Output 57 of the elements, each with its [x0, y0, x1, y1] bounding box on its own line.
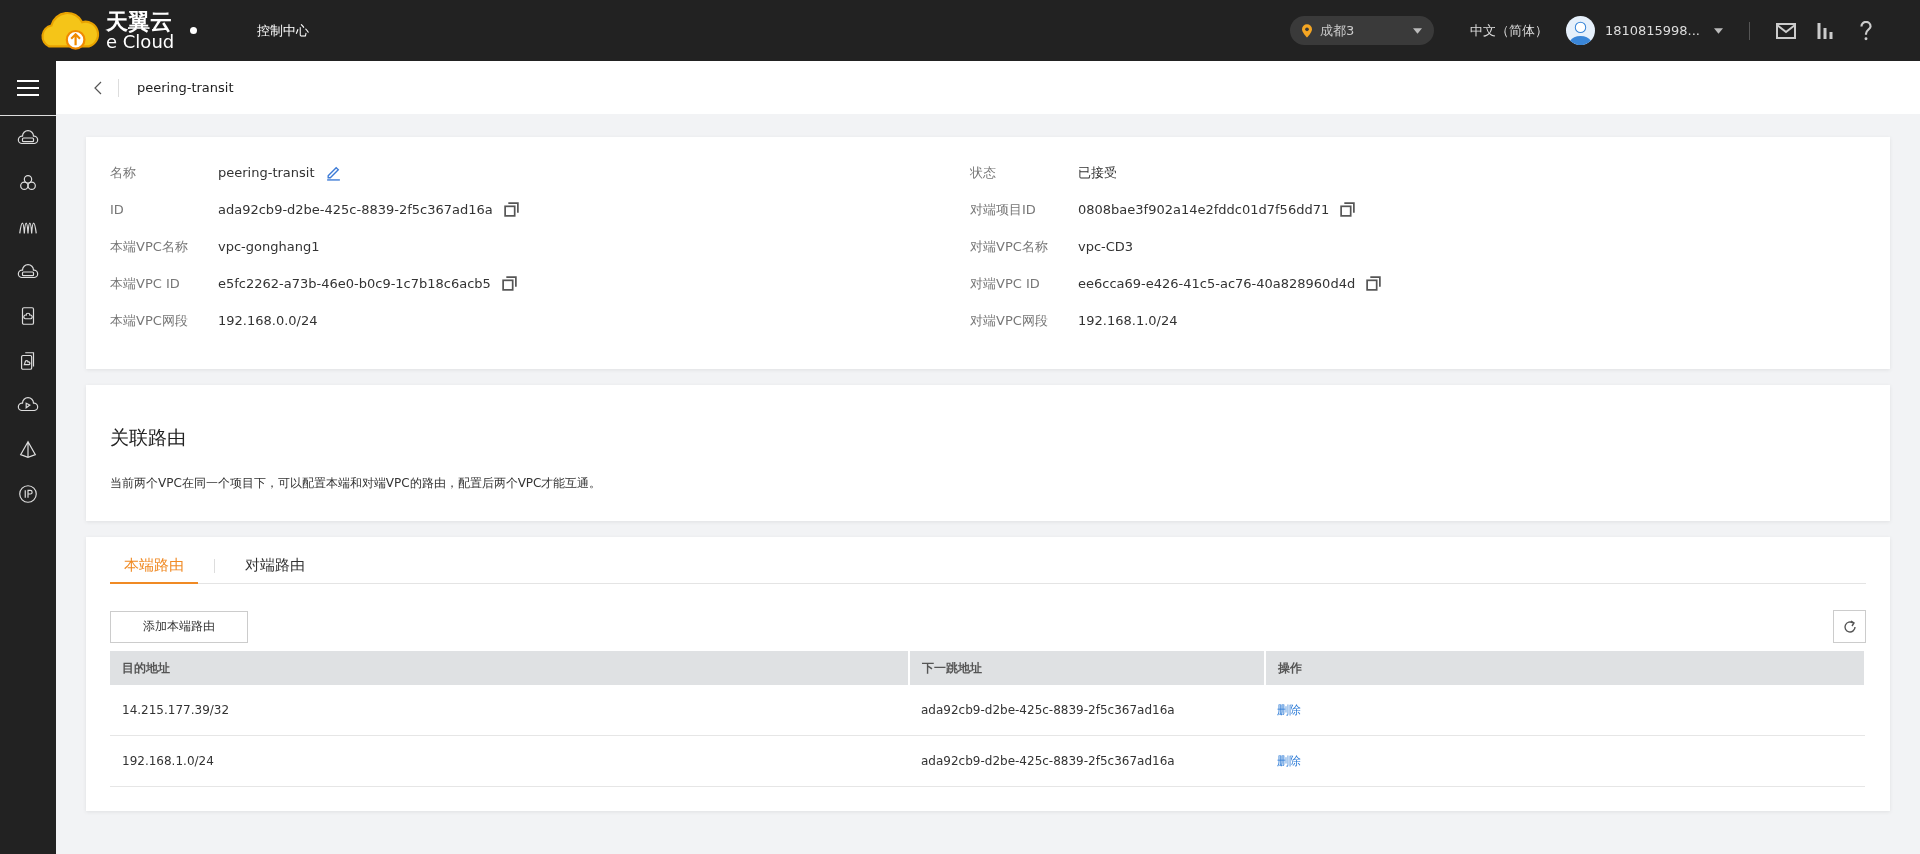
refresh-button[interactable]	[1833, 610, 1866, 643]
region-select[interactable]: 成都3	[1289, 16, 1434, 45]
field-value: ada92cb9-d2be-425c-8839-2f5c367ad16a	[218, 202, 493, 217]
nav-link[interactable]: 控制中心	[257, 21, 310, 40]
field-label: 本端VPC网段	[110, 311, 189, 330]
delete-link[interactable]: 删除	[1277, 753, 1301, 768]
table-cell: 192.168.1.0/24	[110, 735, 909, 787]
column-header: 目的地址	[110, 651, 909, 685]
field-value: 192.168.1.0/24	[1078, 313, 1178, 328]
dot-icon	[190, 27, 198, 34]
table-cell: 14.215.177.39/32	[110, 685, 909, 736]
ip-icon[interactable]	[17, 483, 39, 506]
copy-icon[interactable]	[1339, 201, 1357, 218]
field-label: 对端项目ID	[970, 200, 1037, 219]
field-value: vpc-gonghang1	[218, 239, 320, 254]
field-label: 本端VPC ID	[110, 274, 181, 293]
field-label: 本端VPC名称	[110, 237, 189, 256]
location-pin-icon	[1301, 23, 1312, 38]
logo-subtitle: e Cloud	[106, 32, 175, 51]
page-title: peering-transit	[137, 80, 234, 95]
field-label: 对端VPC ID	[970, 274, 1041, 293]
logo-name: 天翼云	[106, 10, 172, 33]
field-value: ee6cca69-e426-41c5-ac76-40a828960d4d	[1078, 276, 1356, 291]
tab[interactable]: 对端路由	[231, 549, 319, 584]
description-text: 当前两个VPC在同一个项目下，可以配置本端和对端VPC的路由，配置后两个VPC才能互通。	[110, 475, 603, 492]
language-link[interactable]: 中文（简体）	[1469, 21, 1548, 40]
copy-icon[interactable]	[1365, 275, 1383, 292]
field-label: 对端VPC网段	[970, 311, 1049, 330]
caret-icon[interactable]	[1714, 27, 1723, 34]
edit-icon[interactable]	[324, 164, 342, 181]
field-value: 0808bae3f902a14e2fddc01d7f56dd71	[1078, 202, 1330, 217]
field-value: vpc-CD3	[1078, 239, 1134, 254]
refresh-icon	[1841, 618, 1858, 635]
delete-link[interactable]: 删除	[1277, 702, 1301, 717]
field-label: 对端VPC名称	[970, 237, 1049, 256]
bar-chart-icon[interactable]	[1816, 20, 1836, 41]
table-cell: ada92cb9-d2be-425c-8839-2f5c367ad16a	[909, 685, 1265, 736]
cloud-service-icon[interactable]	[17, 438, 39, 461]
add-route-button[interactable]: 添加本端路由	[110, 610, 248, 643]
column-header: 下一跳地址	[909, 651, 1265, 685]
column-header: 操作	[1265, 651, 1865, 685]
table-cell: ada92cb9-d2be-425c-8839-2f5c367ad16a	[909, 735, 1265, 787]
field-value: peering-transit	[218, 165, 315, 180]
field-label: ID	[110, 202, 125, 217]
caret-icon	[1412, 27, 1422, 34]
field-value: 192.168.0.0/24	[218, 313, 318, 328]
field-value: e5fc2262-a73b-46e0-b0c9-1c7b18c6acb5	[218, 276, 491, 291]
user-menu[interactable]: 1810815998...	[1604, 23, 1700, 38]
avatar-icon[interactable]	[1565, 16, 1595, 45]
copy-icon[interactable]	[500, 275, 518, 292]
copy-icon[interactable]	[502, 201, 520, 218]
field-label: 名称	[110, 163, 137, 182]
mail-icon[interactable]	[1776, 20, 1796, 41]
field-label: 状态	[970, 163, 997, 182]
back-icon[interactable]	[94, 80, 102, 95]
field-value: 已接受	[1078, 163, 1117, 182]
section-title: 关联路由	[110, 425, 187, 450]
